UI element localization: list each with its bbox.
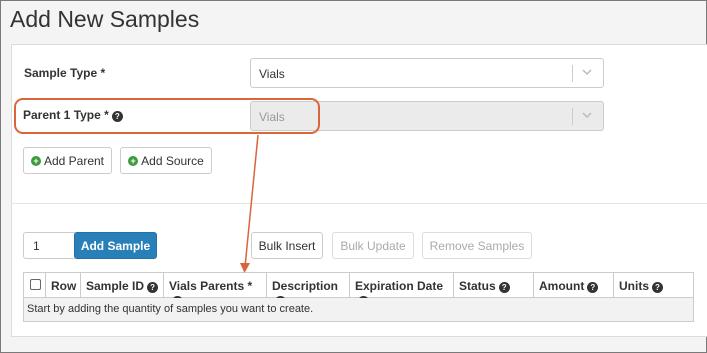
window-frame: Add New Samples Sample Type * Vials Pare… [0,0,707,353]
callout-arrow [240,134,259,273]
